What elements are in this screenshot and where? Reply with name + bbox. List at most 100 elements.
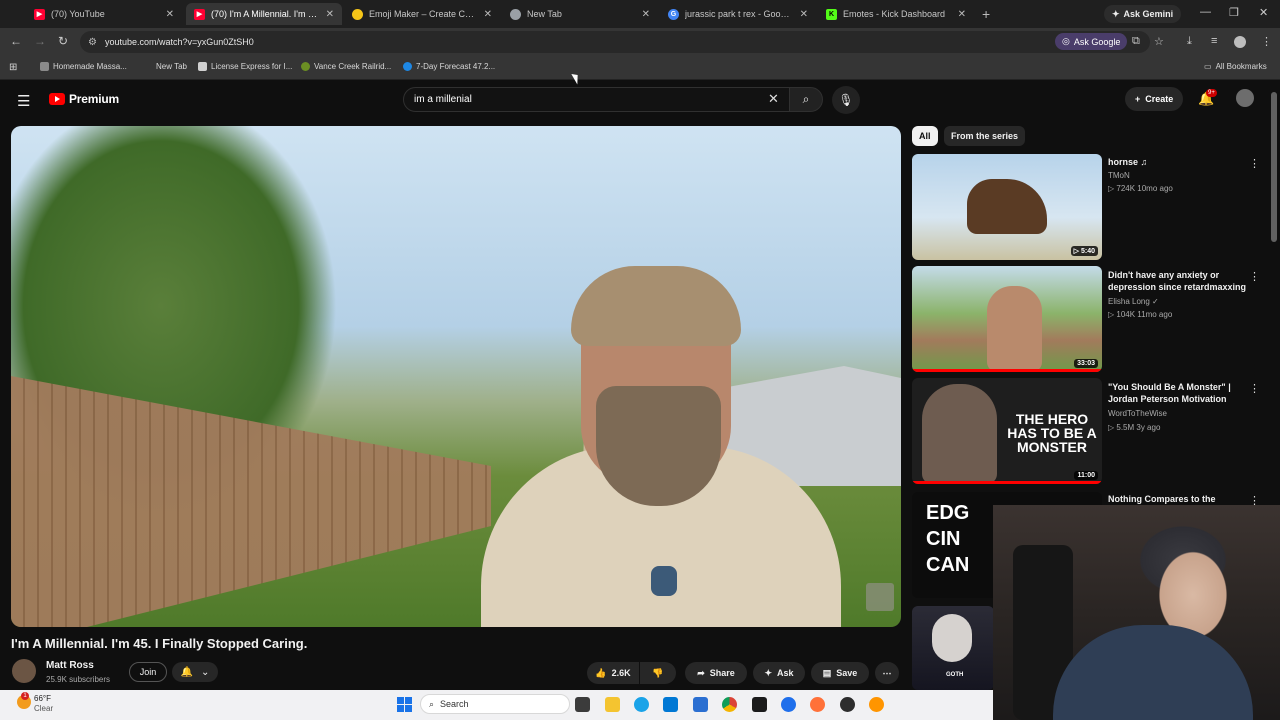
channel-name[interactable]: Matt Ross (46, 660, 94, 671)
terminal-icon[interactable] (752, 697, 767, 712)
recommendation-channel[interactable]: WordToTheWise (1108, 409, 1167, 418)
profile-avatar-icon[interactable] (1234, 36, 1246, 48)
firefox-dev-icon[interactable] (869, 697, 884, 712)
taskbar-search[interactable]: ⌕ Search (420, 694, 570, 714)
folder-icon: ▭ (1204, 62, 1212, 71)
page-scrollbar[interactable] (1271, 92, 1277, 242)
recommendation-title[interactable]: "You Should Be A Monster" | Jordan Peter… (1108, 381, 1248, 405)
browser-tab-google-search[interactable]: G jurassic park t rex - Google Sea ✕ (660, 3, 816, 25)
ask-button[interactable]: ✦ Ask (753, 662, 805, 684)
bookmark-vance-creek[interactable]: Vance Creek Railrid... (301, 62, 391, 71)
search-input[interactable]: im a millenial (403, 87, 791, 112)
download-icon[interactable]: ⤓ (1187, 35, 1192, 48)
firefox-icon[interactable] (810, 697, 825, 712)
reading-list-icon[interactable]: ≡ (1211, 35, 1217, 47)
browser-toolbar: ← → ↻ ⚙ youtube.com/watch?v=yxGun0ZtSH0 … (0, 28, 1280, 56)
store-app-icon[interactable] (663, 697, 678, 712)
clear-search-icon[interactable]: ✕ (768, 91, 779, 107)
browser-tab-emoji-maker[interactable]: Emoji Maker – Create Custom E ✕ (344, 3, 500, 25)
tab-close-icon[interactable]: ✕ (642, 9, 650, 20)
share-button[interactable]: ➦ Share (685, 662, 747, 684)
ask-gemini-button[interactable]: ✦ Ask Gemini (1104, 5, 1182, 23)
minimize-icon[interactable]: — (1200, 6, 1211, 18)
maximize-icon[interactable]: ❐ (1229, 6, 1239, 19)
recommendation-meta: ▷ 724K 10mo ago (1108, 184, 1173, 193)
bookmarks-bar: ⊞ Homemade Massa... New Tab License Expr… (0, 56, 1280, 80)
back-arrow-icon[interactable]: ← (10, 34, 22, 48)
browser-tab-kick-dashboard[interactable]: K Emotes - Kick Dashboard ✕ (818, 3, 974, 25)
recommendation-title[interactable]: hornse ♫ (1108, 156, 1248, 168)
file-explorer-icon[interactable] (605, 697, 620, 712)
reload-icon[interactable]: ↻ (58, 34, 68, 48)
channel-avatar[interactable] (12, 659, 36, 683)
recommendation-thumbnail[interactable]: THE HERO HAS TO BE A MONSTER 11:00 (912, 378, 1102, 484)
emoji-favicon-icon (352, 8, 363, 20)
address-url: youtube.com/watch?v=yxGun0ZtSH0 (104, 37, 254, 47)
forward-arrow-icon[interactable]: → (34, 34, 46, 48)
bookmark-star-icon[interactable]: ☆ (1154, 35, 1164, 48)
windows-start-icon[interactable] (397, 697, 412, 712)
create-button[interactable]: + Create (1125, 87, 1184, 111)
recommendation-title[interactable]: Didn't have any anxiety or depression si… (1108, 269, 1248, 293)
chip-from-the-series[interactable]: From the series (944, 126, 1026, 146)
subscription-notifications-button[interactable]: 🔔 ⌄ (172, 662, 218, 682)
more-horizontal-icon: ⋯ (882, 667, 892, 678)
browser-tab-youtube[interactable]: ▶ (70) YouTube ✕ (26, 3, 182, 25)
recommendation-thumbnail[interactable]: 33:03 (912, 266, 1102, 372)
hamburger-menu-icon[interactable]: ☰ (17, 92, 30, 110)
recommendation-title[interactable]: Nothing Compares to the (1108, 493, 1248, 505)
video-player[interactable] (11, 126, 901, 627)
outlook-icon[interactable] (693, 697, 708, 712)
recommendation-menu-icon[interactable]: ⋮ (1249, 157, 1260, 170)
bookmark-forecast[interactable]: 7-Day Forecast 47.2... (403, 62, 495, 71)
recommendation-channel[interactable]: TMoN (1108, 171, 1130, 180)
tab-title: Emotes - Kick Dashboard (843, 9, 946, 19)
bell-icon: 🔔 (180, 666, 194, 678)
recommendation-thumbnail[interactable]: ▷ 5:40 (912, 154, 1102, 260)
bookmark-label: License Express for I... (211, 62, 293, 71)
bookmark-license-express[interactable]: License Express for I... (198, 62, 292, 71)
kebab-menu-icon[interactable]: ⋮ (1261, 35, 1272, 48)
video-frame-person-hair (571, 266, 741, 346)
search-button[interactable]: ⌕ (789, 87, 823, 112)
youtube-premium-logo[interactable]: Premium (49, 92, 119, 106)
ask-google-button[interactable]: ◎ Ask Google (1055, 33, 1128, 50)
more-actions-button[interactable]: ⋯ (875, 662, 899, 684)
dislike-button[interactable]: 👎 (640, 662, 676, 684)
account-avatar[interactable] (1236, 89, 1254, 107)
cast-icon[interactable]: ⧉ (1132, 35, 1140, 48)
ask-google-label: Ask Google (1073, 36, 1121, 47)
recommendation-menu-icon[interactable]: ⋮ (1249, 382, 1260, 395)
tab-close-icon[interactable]: ✕ (326, 9, 334, 20)
tab-close-icon[interactable]: ✕ (484, 9, 492, 20)
tab-close-icon[interactable]: ✕ (166, 9, 174, 20)
tab-close-icon[interactable]: ✕ (958, 9, 966, 20)
browser-tab-new-tab[interactable]: New Tab ✕ (502, 3, 658, 25)
recommendation-thumbnail[interactable]: GOTH (912, 606, 994, 690)
recommendation-channel[interactable]: Elisha Long ✓ (1108, 297, 1159, 306)
all-bookmarks-folder[interactable]: ▭ All Bookmarks (1204, 62, 1267, 71)
site-info-icon[interactable]: ⚙ (88, 37, 97, 48)
address-bar[interactable]: ⚙ youtube.com/watch?v=yxGun0ZtSH0 (80, 31, 1150, 53)
save-button[interactable]: ▤ Save (811, 662, 869, 684)
search-input-value: im a millenial (414, 94, 472, 105)
browser-tab-current-video[interactable]: ▶ (70) I'm A Millennial. I'm 45. I F ✕ (186, 3, 342, 25)
video-duration: 33:03 (1074, 359, 1098, 368)
channel-watermark[interactable] (866, 583, 894, 611)
voice-search-button[interactable]: 🎙 (832, 86, 860, 114)
app-c-icon[interactable] (781, 697, 796, 712)
edge-browser-icon[interactable] (634, 697, 649, 712)
chip-all[interactable]: All (912, 126, 938, 146)
recommendation-menu-icon[interactable]: ⋮ (1249, 270, 1260, 283)
chrome-icon[interactable] (722, 697, 737, 712)
obs-icon[interactable] (840, 697, 855, 712)
apps-grid-icon[interactable]: ⊞ (9, 62, 17, 73)
window-close-icon[interactable]: ✕ (1259, 6, 1268, 19)
bookmark-new-tab[interactable]: New Tab (156, 62, 187, 71)
join-button[interactable]: Join (129, 662, 167, 682)
like-button[interactable]: 👍 2.6K (587, 662, 639, 684)
bookmark-homemade[interactable]: Homemade Massa... (40, 62, 127, 71)
new-tab-plus-icon[interactable]: + (982, 6, 990, 22)
tab-close-icon[interactable]: ✕ (800, 9, 808, 20)
task-view-icon[interactable] (575, 697, 590, 712)
